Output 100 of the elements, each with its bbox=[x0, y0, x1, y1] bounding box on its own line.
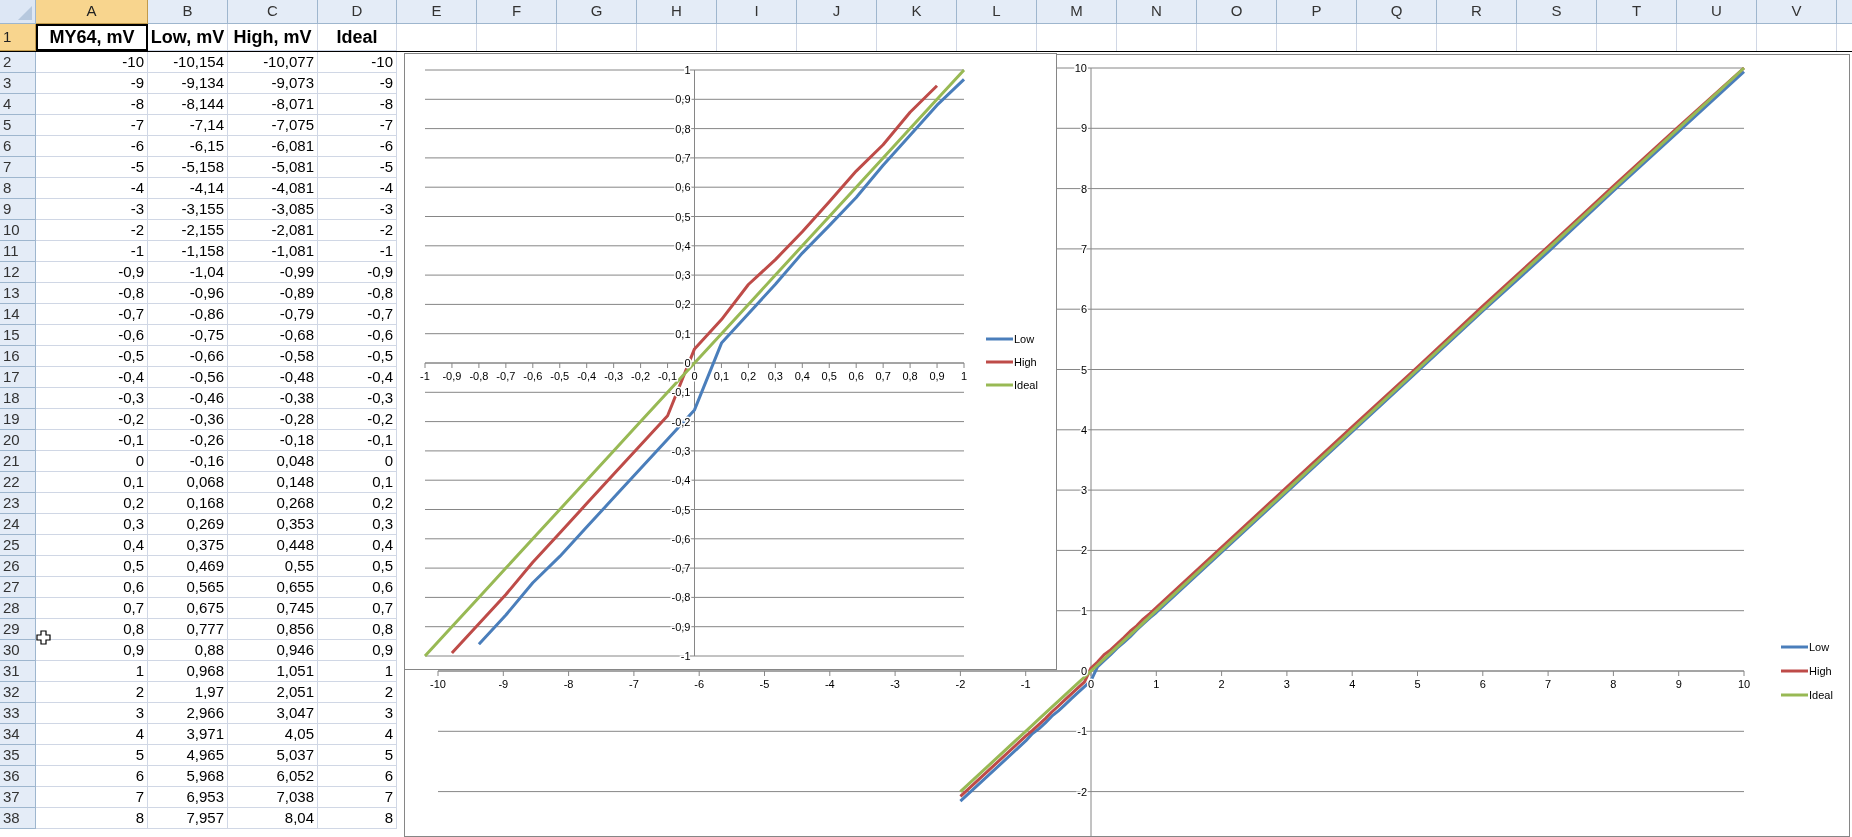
row-header[interactable]: 28 bbox=[0, 598, 36, 619]
column-header[interactable]: P bbox=[1277, 0, 1357, 24]
axis-label: 1 bbox=[960, 370, 968, 382]
column-header[interactable]: B bbox=[148, 0, 228, 24]
column-header[interactable]: D bbox=[318, 0, 397, 24]
column-header[interactable]: C bbox=[228, 0, 318, 24]
table-cell: 0,375 bbox=[148, 535, 228, 556]
axis-label: -0,8 bbox=[671, 591, 691, 604]
column-header[interactable]: R bbox=[1437, 0, 1517, 24]
column-header[interactable]: J bbox=[797, 0, 877, 24]
row-header[interactable]: 29 bbox=[0, 619, 36, 640]
row-header[interactable]: 26 bbox=[0, 556, 36, 577]
table-cell: 0,4 bbox=[36, 535, 148, 556]
axis-label: -0,5 bbox=[671, 503, 691, 516]
row-header[interactable]: 21 bbox=[0, 451, 36, 472]
axis-label: -0,8 bbox=[469, 370, 489, 382]
row-header[interactable]: 27 bbox=[0, 577, 36, 598]
axis-label: 0 bbox=[684, 357, 691, 369]
table-cell: 0,168 bbox=[148, 493, 228, 514]
table-cell: 3,047 bbox=[228, 703, 318, 724]
row-header[interactable]: 8 bbox=[0, 178, 36, 199]
row-header[interactable]: 17 bbox=[0, 367, 36, 388]
row-header[interactable]: 12 bbox=[0, 262, 36, 283]
axis-label: -2 bbox=[955, 678, 966, 690]
row-header[interactable]: 33 bbox=[0, 703, 36, 724]
row-header[interactable]: 7 bbox=[0, 157, 36, 178]
column-header[interactable]: E bbox=[397, 0, 477, 24]
table-cell: -4,14 bbox=[148, 178, 228, 199]
table-cell: -0,48 bbox=[228, 367, 318, 388]
column-header[interactable]: V bbox=[1757, 0, 1837, 24]
axis-label: 0,8 bbox=[675, 122, 691, 135]
table-cell: -0,89 bbox=[228, 283, 318, 304]
row-header[interactable]: 20 bbox=[0, 430, 36, 451]
row-header[interactable]: 34 bbox=[0, 724, 36, 745]
row-header[interactable]: 5 bbox=[0, 115, 36, 136]
column-header[interactable]: A bbox=[36, 0, 148, 24]
row-header[interactable]: 32 bbox=[0, 682, 36, 703]
table-cell: 0,448 bbox=[228, 535, 318, 556]
column-header[interactable]: O bbox=[1197, 0, 1277, 24]
column-header[interactable]: S bbox=[1517, 0, 1597, 24]
row-header[interactable]: 25 bbox=[0, 535, 36, 556]
row-header[interactable]: 6 bbox=[0, 136, 36, 157]
column-header[interactable]: N bbox=[1117, 0, 1197, 24]
table-cell: -4 bbox=[318, 178, 397, 199]
row-header[interactable]: 23 bbox=[0, 493, 36, 514]
row-header[interactable]: 19 bbox=[0, 409, 36, 430]
row-header[interactable]: 3 bbox=[0, 73, 36, 94]
column-header[interactable] bbox=[1837, 0, 1852, 24]
axis-label: 2 bbox=[1080, 544, 1087, 557]
table-cell: 5,968 bbox=[148, 766, 228, 787]
table-cell: -0,56 bbox=[148, 367, 228, 388]
row-header[interactable]: 1 bbox=[0, 24, 36, 51]
table-cell: -0,4 bbox=[36, 367, 148, 388]
row-header[interactable]: 10 bbox=[0, 220, 36, 241]
column-header[interactable]: F bbox=[477, 0, 557, 24]
column-header[interactable]: Q bbox=[1357, 0, 1437, 24]
row-header[interactable]: 4 bbox=[0, 94, 36, 115]
table-cell: -0,66 bbox=[148, 346, 228, 367]
row-header[interactable]: 22 bbox=[0, 472, 36, 493]
row-header[interactable]: 14 bbox=[0, 304, 36, 325]
row-header[interactable]: 24 bbox=[0, 514, 36, 535]
row-header[interactable]: 15 bbox=[0, 325, 36, 346]
column-header[interactable]: U bbox=[1677, 0, 1757, 24]
table-cell: 4 bbox=[318, 724, 397, 745]
column-header[interactable]: T bbox=[1597, 0, 1677, 24]
axis-label: 6 bbox=[1080, 303, 1087, 316]
triangle-icon bbox=[18, 6, 32, 20]
select-all-corner[interactable] bbox=[0, 0, 36, 24]
table-cell: -0,3 bbox=[36, 388, 148, 409]
column-header[interactable]: G bbox=[557, 0, 637, 24]
table-cell: 7 bbox=[36, 787, 148, 808]
row-header[interactable]: 30 bbox=[0, 640, 36, 661]
row-header[interactable]: 16 bbox=[0, 346, 36, 367]
column-header[interactable]: M bbox=[1037, 0, 1117, 24]
row-header[interactable]: 11 bbox=[0, 241, 36, 262]
table-cell: 8 bbox=[36, 808, 148, 829]
table-cell: -0,99 bbox=[228, 262, 318, 283]
axis-label: -0,9 bbox=[442, 370, 462, 382]
column-header[interactable]: L bbox=[957, 0, 1037, 24]
row-header[interactable]: 37 bbox=[0, 787, 36, 808]
axis-label: 6 bbox=[1479, 678, 1486, 690]
column-header[interactable]: H bbox=[637, 0, 717, 24]
axis-label: -10 bbox=[430, 678, 446, 690]
row-header[interactable]: 2 bbox=[0, 52, 36, 73]
column-header[interactable]: I bbox=[717, 0, 797, 24]
row-header[interactable]: 38 bbox=[0, 808, 36, 829]
row-header[interactable]: 36 bbox=[0, 766, 36, 787]
table-cell: -0,96 bbox=[148, 283, 228, 304]
column-header[interactable]: K bbox=[877, 0, 957, 24]
table-cell: 7 bbox=[318, 787, 397, 808]
row-header[interactable]: 9 bbox=[0, 199, 36, 220]
row-header[interactable]: 13 bbox=[0, 283, 36, 304]
row-header[interactable]: 18 bbox=[0, 388, 36, 409]
row-header[interactable]: 35 bbox=[0, 745, 36, 766]
table-cell: 0,469 bbox=[148, 556, 228, 577]
table-cell: 1 bbox=[36, 661, 148, 682]
table-cell: 5,037 bbox=[228, 745, 318, 766]
row-header[interactable]: 31 bbox=[0, 661, 36, 682]
table-cell: -2,081 bbox=[228, 220, 318, 241]
table-cell: -9,073 bbox=[228, 73, 318, 94]
